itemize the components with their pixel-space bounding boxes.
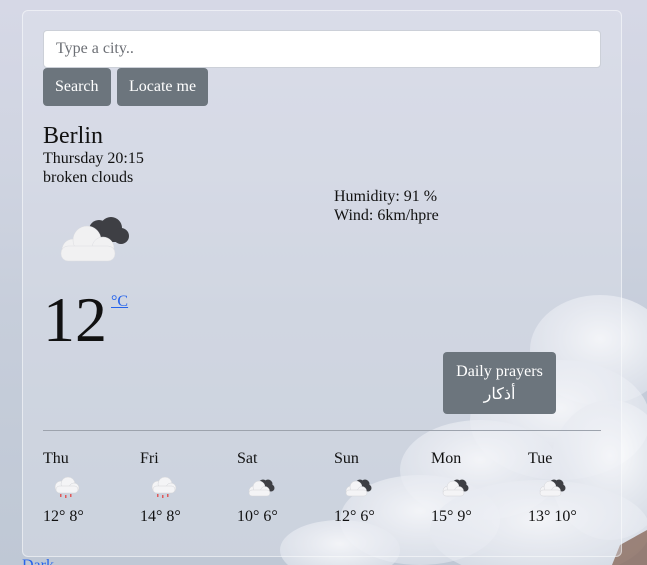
broken-clouds-icon — [248, 479, 275, 497]
forecast-day-name: Tue — [528, 450, 553, 467]
search-button[interactable]: Search — [43, 68, 111, 106]
forecast-day: Sun 12° 6° — [334, 450, 414, 526]
divider — [43, 430, 601, 431]
forecast-day: Mon 15° 9° — [431, 450, 511, 526]
forecast-temps: 15° 9° — [431, 508, 472, 525]
city-search-input[interactable] — [43, 30, 601, 68]
broken-clouds-icon — [60, 217, 129, 262]
unit-celsius-link[interactable]: °C — [111, 293, 128, 311]
forecast-day-name: Mon — [431, 450, 462, 467]
forecast-day: Sat 10° 6° — [237, 450, 317, 526]
forecast-day: Thu 12° 8° — [43, 450, 123, 526]
locate-me-button[interactable]: Locate me — [117, 68, 209, 106]
broken-clouds-icon — [442, 479, 469, 497]
forecast-day: Tue 13° 10° — [528, 450, 608, 526]
forecast-day-name: Fri — [140, 450, 159, 467]
weather-description: broken clouds — [43, 169, 134, 186]
forecast-temps: 12° 8° — [43, 508, 84, 525]
forecast-day-name: Thu — [43, 450, 69, 467]
current-datetime: Thursday 20:15 — [43, 150, 144, 167]
daily-prayers-button[interactable]: Daily prayers أذكار — [443, 352, 556, 414]
rain-cloud-icon — [151, 476, 177, 498]
forecast-temps: 14° 8° — [140, 508, 181, 525]
wind: Wind: 6km/hpre — [334, 207, 439, 224]
broken-clouds-icon — [345, 479, 372, 497]
forecast-temps: 12° 6° — [334, 508, 375, 525]
current-temperature: 12 — [43, 284, 107, 355]
azkar-label: أذكار — [483, 386, 516, 403]
rain-cloud-icon — [54, 476, 80, 498]
broken-clouds-icon — [539, 479, 566, 497]
dark-mode-link[interactable]: Dark — [22, 557, 54, 565]
daily-prayers-label: Daily prayers — [456, 363, 543, 380]
humidity: Humidity: 91 % — [334, 188, 438, 205]
forecast-day: Fri 14° 8° — [140, 450, 220, 526]
forecast-temps: 10° 6° — [237, 508, 278, 525]
forecast-temps: 13° 10° — [528, 508, 577, 525]
city-name: Berlin — [43, 123, 103, 149]
forecast-day-name: Sat — [237, 450, 258, 467]
forecast-day-name: Sun — [334, 450, 359, 467]
